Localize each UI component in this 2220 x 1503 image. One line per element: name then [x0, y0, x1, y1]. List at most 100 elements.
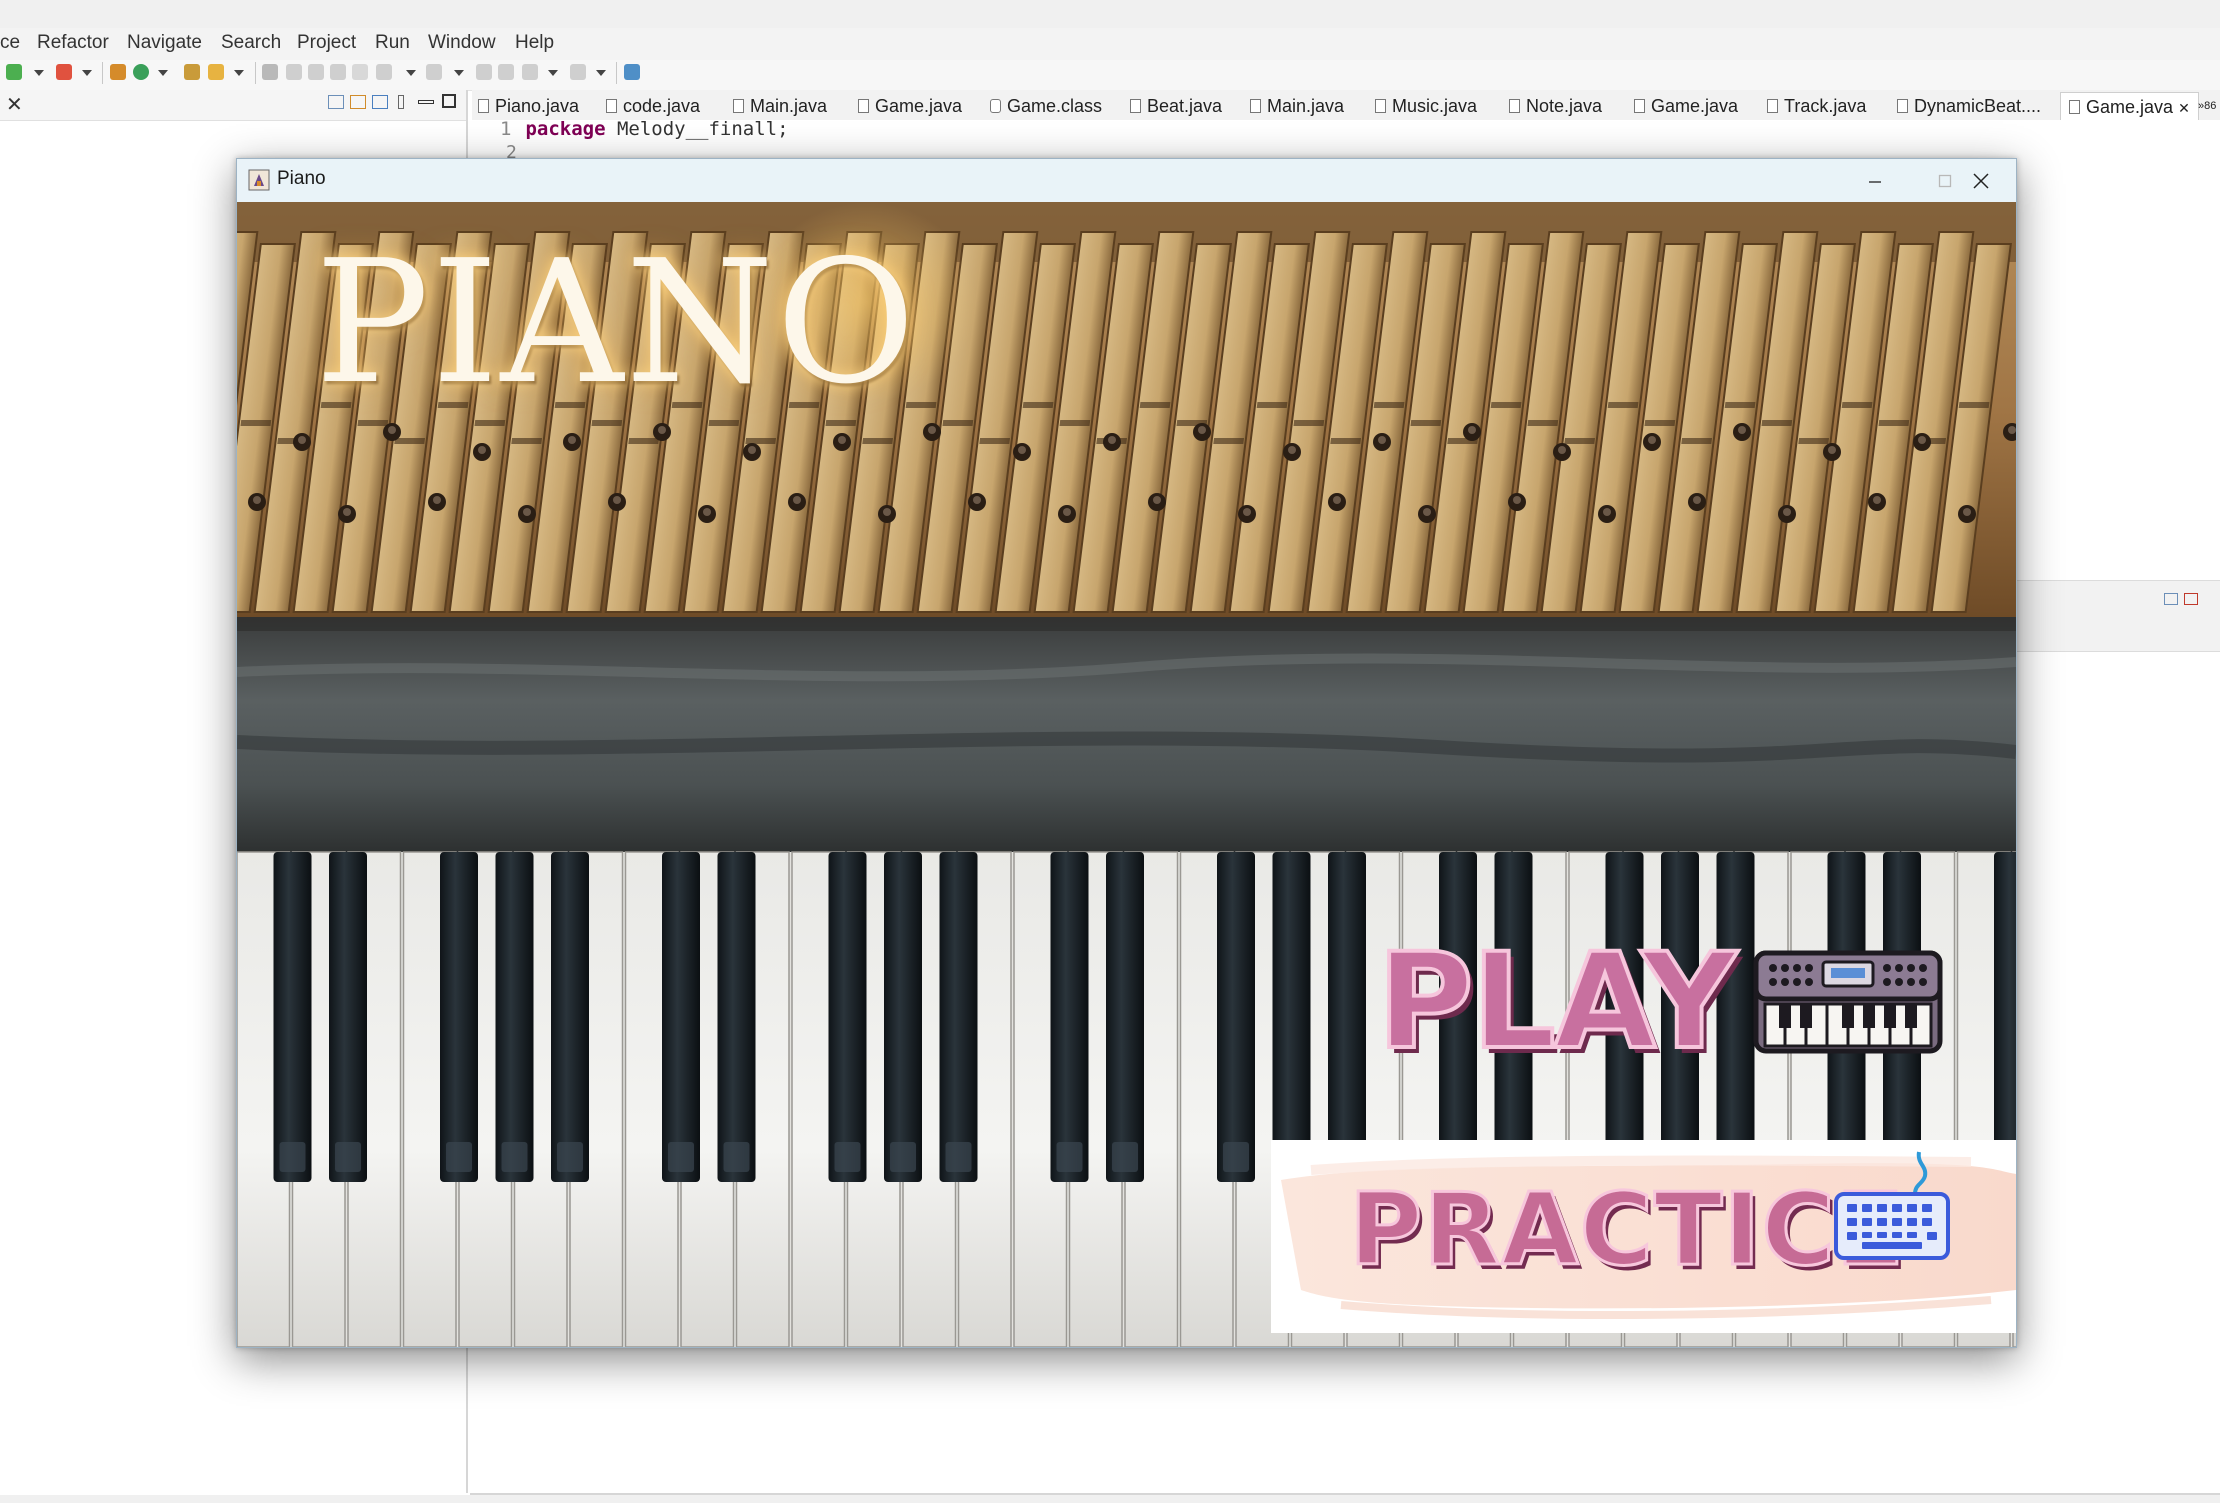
annotation-icon[interactable]	[262, 64, 278, 80]
run-icon[interactable]	[133, 64, 149, 80]
tab-label: Beat.java	[1147, 96, 1223, 116]
practice-label: PRACTICE	[1347, 1171, 1906, 1288]
tab-note-java[interactable]: Note.java	[1509, 92, 1602, 120]
java-app-icon	[248, 169, 270, 191]
java-file-icon	[733, 99, 744, 113]
view-toolbar	[0, 90, 466, 121]
open-icon[interactable]	[184, 64, 200, 80]
tab-label: Game.java	[875, 96, 963, 116]
link-editor-icon[interactable]	[350, 95, 366, 109]
next-annotation-icon[interactable]	[376, 64, 392, 80]
tab-music-java[interactable]: Music.java	[1375, 92, 1477, 120]
annotation-dropdown-icon[interactable]	[406, 70, 416, 76]
computer-keyboard-icon	[1834, 1151, 1950, 1260]
class-file-icon	[990, 99, 1001, 113]
forward-dropdown-icon[interactable]	[596, 70, 606, 76]
java-file-icon	[606, 99, 617, 113]
line-number: 1	[500, 118, 512, 140]
run-dropdown-icon[interactable]	[158, 70, 168, 76]
top-edge	[0, 0, 2220, 29]
tab-close-icon[interactable]: ✕	[2178, 100, 2190, 116]
prev-dropdown-icon[interactable]	[454, 70, 464, 76]
view-menu-icon[interactable]	[398, 95, 404, 109]
minimize-view-icon[interactable]	[418, 100, 434, 104]
java-file-icon	[2069, 100, 2080, 114]
back-dropdown-icon[interactable]	[548, 70, 558, 76]
debug-icon[interactable]	[56, 64, 72, 80]
menu-window[interactable]: Window	[428, 32, 496, 54]
back-icon[interactable]	[522, 64, 538, 80]
tab-label: Note.java	[1526, 96, 1603, 116]
pin-editor-icon[interactable]	[624, 64, 640, 80]
piano-window[interactable]: Piano PIANO PLAY PRACTICE	[236, 158, 2017, 1348]
filter-icon[interactable]	[372, 95, 388, 109]
minimize-icon	[1869, 180, 1881, 183]
paragraph-icon[interactable]	[352, 64, 368, 80]
tab-label: Game.java	[2086, 97, 2174, 117]
tab-code-java[interactable]: code.java	[606, 92, 700, 120]
collapse-all-icon[interactable]	[328, 95, 344, 109]
tab-game-java-2[interactable]: Game.java	[1634, 92, 1738, 120]
tab-beat-java[interactable]: Beat.java	[1130, 92, 1222, 120]
maximize-view-icon[interactable]	[442, 94, 456, 108]
forward-icon[interactable]	[570, 64, 586, 80]
new-icon[interactable]	[6, 64, 22, 80]
debug-dropdown-icon[interactable]	[82, 70, 92, 76]
play-button[interactable]: PLAY	[1375, 925, 1943, 1079]
view-close-icon[interactable]: ✕	[6, 92, 23, 117]
menu-search[interactable]: Search	[221, 32, 281, 54]
terminate-icon[interactable]	[2184, 593, 2198, 605]
tab-track-java[interactable]: Track.java	[1767, 92, 1866, 120]
new-dropdown-icon[interactable]	[34, 70, 44, 76]
close-button[interactable]	[1946, 159, 2016, 202]
menu-source-partial[interactable]: ce	[0, 32, 20, 54]
pencil-icon[interactable]	[286, 64, 302, 80]
window-titlebar[interactable]: Piano	[237, 159, 2016, 202]
code-text: Melody__finall;	[605, 118, 789, 140]
last-edit-icon[interactable]	[476, 64, 492, 80]
menu-refactor[interactable]: Refactor	[37, 32, 109, 54]
prev-annotation-icon[interactable]	[426, 64, 442, 80]
last-edit2-icon[interactable]	[498, 64, 514, 80]
java-file-icon	[1767, 99, 1778, 113]
tab-label: DynamicBeat....	[1914, 96, 2042, 116]
tab-label: Main.java	[750, 96, 828, 116]
tab-main-java-2[interactable]: Main.java	[1250, 92, 1344, 120]
tab-game-class[interactable]: Game.class	[990, 92, 1102, 120]
synthesizer-icon	[1753, 950, 1943, 1054]
tab-label: Main.java	[1267, 96, 1345, 116]
tab-label: Game.java	[1651, 96, 1739, 116]
minimize-button[interactable]	[1840, 159, 1910, 202]
java-file-icon	[1130, 99, 1141, 113]
tool-dropdown-icon[interactable]	[234, 70, 244, 76]
tab-game-java-active[interactable]: Game.java ✕	[2060, 92, 2199, 121]
tab-label: Game.class	[1007, 96, 1103, 116]
tool-icon[interactable]	[208, 64, 224, 80]
tab-label: Music.java	[1392, 96, 1478, 116]
menu-navigate[interactable]: Navigate	[127, 32, 202, 54]
toolbar-separator	[616, 62, 617, 84]
tab-game-java[interactable]: Game.java	[858, 92, 962, 120]
tab-label: code.java	[623, 96, 701, 116]
menu-project[interactable]: Project	[297, 32, 356, 54]
menu-help[interactable]: Help	[515, 32, 554, 54]
tab-main-java[interactable]: Main.java	[733, 92, 827, 120]
java-file-icon	[858, 99, 869, 113]
java-file-icon	[1250, 99, 1261, 113]
play-label: PLAY	[1375, 925, 1739, 1079]
tab-label: Piano.java	[495, 96, 580, 116]
tab-label: Track.java	[1784, 96, 1867, 116]
tab-overflow-indicator[interactable]: »86	[2198, 92, 2216, 120]
app-title: PIANO	[315, 224, 918, 422]
practice-button[interactable]: PRACTICE	[1271, 1140, 2016, 1333]
console-icon[interactable]	[2164, 593, 2178, 605]
code-line-1: 1 package Melody__finall;	[500, 118, 789, 140]
code-keyword: package	[525, 118, 606, 140]
tab-piano-java[interactable]: Piano.java	[478, 92, 579, 120]
build-icon[interactable]	[110, 64, 126, 80]
tab-dynamicbeat-java[interactable]: DynamicBeat....	[1897, 92, 2041, 120]
block2-icon[interactable]	[330, 64, 346, 80]
menu-run[interactable]: Run	[375, 32, 410, 54]
block-icon[interactable]	[308, 64, 324, 80]
status-bar	[0, 1495, 2220, 1503]
